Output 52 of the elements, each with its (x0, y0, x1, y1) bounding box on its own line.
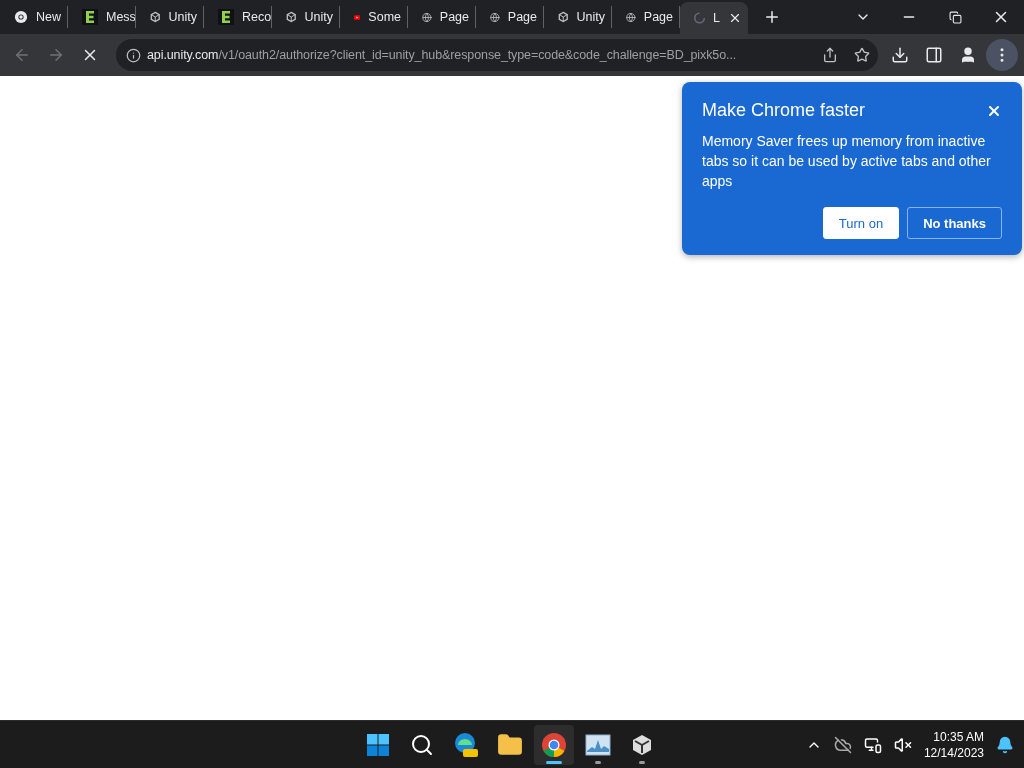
chrome-logo-icon (14, 9, 28, 25)
search-icon (410, 732, 434, 757)
browser-tab[interactable]: New (0, 6, 68, 28)
menu-button[interactable] (986, 39, 1018, 71)
clock-time[interactable]: 10:35 AM (933, 728, 984, 745)
info-icon[interactable] (126, 47, 141, 63)
browser-tab[interactable]: Unity (272, 6, 340, 28)
browser-tab[interactable]: Page (476, 6, 544, 28)
side-panel-icon[interactable] (925, 46, 943, 64)
person-icon[interactable] (959, 46, 977, 64)
windows-logo-icon (366, 732, 390, 757)
chart-window-icon (585, 733, 611, 756)
running-indicator (595, 760, 601, 764)
loading-spinner-icon (694, 11, 706, 25)
browser-tab[interactable]: Some (340, 6, 408, 28)
browser-tab[interactable]: Unity (544, 6, 612, 28)
chrome-logo-icon (541, 731, 567, 758)
bubble-text: Memory Saver frees up memory from inactive tabs so it can be used by active tabs and other apps (702, 132, 992, 191)
browser-tab[interactable]: Unity (136, 6, 204, 28)
cube-logo-icon (558, 9, 569, 25)
browser-logo-icon (453, 731, 479, 758)
bookmark-star-icon[interactable] (854, 47, 870, 63)
taskbar-app-button[interactable] (534, 724, 574, 765)
running-indicator (546, 760, 562, 764)
dismiss-button[interactable]: No thanks (907, 207, 1002, 239)
volume-muted-icon[interactable] (893, 735, 912, 754)
bubble-title: Make Chrome faster (702, 100, 866, 121)
download-icon[interactable] (891, 46, 909, 64)
folder-icon (497, 731, 523, 758)
browser-tab[interactable]: Mess (68, 6, 136, 28)
plus-icon[interactable] (763, 8, 781, 26)
browser-tab[interactable]: L (680, 2, 748, 34)
url-host: api.unity.com (147, 48, 219, 62)
cube-logo-icon (286, 9, 297, 25)
e-logo-icon (82, 9, 98, 25)
clock-date[interactable]: 12/14/2023 (923, 744, 984, 761)
notification-bell-icon[interactable] (996, 735, 1014, 754)
network-icon[interactable] (863, 735, 882, 754)
turn-on-button[interactable]: Turn on (822, 207, 900, 239)
url-path: /v1/oauth2/authorize?client_id=unity_hub&response_type=code&code_challenge=BD_pixk5o... (218, 48, 737, 62)
cube-logo-icon (150, 9, 161, 25)
running-indicator (639, 760, 645, 764)
cube-logo-icon (630, 732, 654, 757)
restore-icon[interactable] (948, 10, 962, 24)
close-tab-icon[interactable] (728, 11, 742, 25)
address-bar[interactable]: api.unity.com/v1/oauth2/authorize?client_id=unity_hub&response_type=code&code_challenge=BD_pixk5o... (116, 39, 878, 71)
cloud-off-icon[interactable] (833, 735, 852, 754)
e-logo-icon (218, 9, 234, 25)
browser-tab[interactable]: Reco (204, 6, 272, 28)
browser-tab[interactable]: Page (408, 6, 476, 28)
forward-arrow-icon[interactable] (47, 46, 65, 64)
share-icon[interactable] (822, 47, 838, 63)
